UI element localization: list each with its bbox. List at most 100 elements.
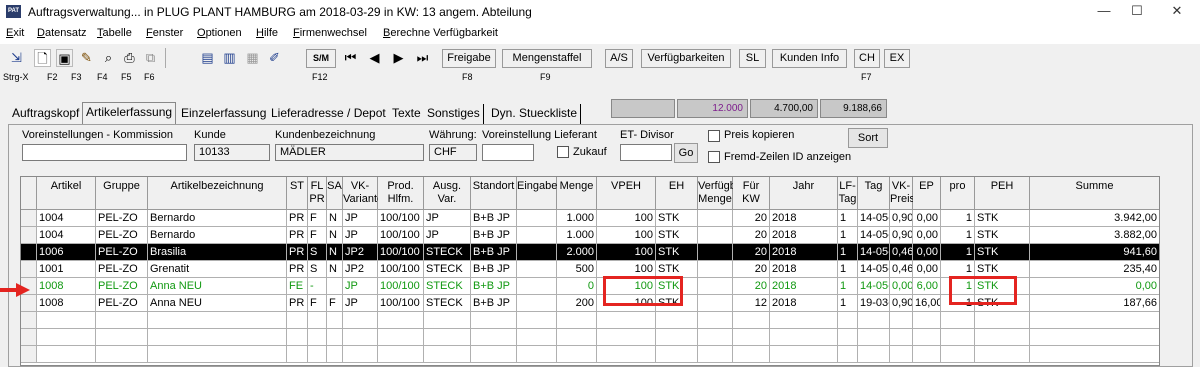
table-cell-jahr[interactable]: 2018 bbox=[770, 278, 838, 295]
table-cell-empty[interactable] bbox=[148, 312, 287, 329]
table-cell-empty[interactable] bbox=[517, 346, 557, 363]
table-cell-fuer-kw[interactable]: 20 bbox=[733, 227, 770, 244]
column-header-fl-pr[interactable]: FL PR bbox=[308, 177, 327, 210]
ch-button[interactable]: CH bbox=[854, 49, 880, 68]
voreinstellungen-input[interactable] bbox=[22, 144, 187, 161]
go-button[interactable]: Go bbox=[674, 143, 698, 163]
column-header-jahr[interactable]: Jahr bbox=[770, 177, 838, 210]
table-cell-ausg-var[interactable]: STECK bbox=[424, 278, 471, 295]
table-cell-empty[interactable] bbox=[424, 346, 471, 363]
table-cell-empty[interactable] bbox=[1030, 346, 1159, 363]
kundenbezeichnung-input[interactable]: MÄDLER bbox=[275, 144, 424, 161]
table-cell-empty[interactable] bbox=[148, 346, 287, 363]
column-header-ep[interactable]: EP bbox=[913, 177, 941, 210]
table-cell-empty[interactable] bbox=[913, 329, 941, 346]
table-cell-artikel[interactable]: 1008 bbox=[37, 295, 96, 312]
tab-sonstiges[interactable]: Sonstiges bbox=[424, 104, 484, 124]
exit-icon[interactable]: ⇲ bbox=[8, 49, 25, 67]
table-cell-ausg-var[interactable]: STECK bbox=[424, 244, 471, 261]
table-cell-sa[interactable] bbox=[327, 278, 343, 295]
table-cell-empty[interactable] bbox=[343, 346, 378, 363]
table-cell-verfuegbare-menge[interactable] bbox=[698, 278, 733, 295]
table-cell-lf-tag[interactable]: 1 bbox=[838, 227, 858, 244]
table-cell-eingabe[interactable] bbox=[517, 295, 557, 312]
print-icon[interactable]: ⎙ bbox=[121, 49, 138, 67]
table-cell-empty[interactable] bbox=[975, 346, 1030, 363]
table-cell-verfuegbare-menge[interactable] bbox=[698, 227, 733, 244]
table-cell-vk-preis[interactable]: 0,90 bbox=[890, 227, 913, 244]
table-cell-vpeh[interactable]: 100 bbox=[597, 210, 656, 227]
table-cell-summe[interactable]: 187,66 bbox=[1030, 295, 1159, 312]
as-button[interactable]: A/S bbox=[605, 49, 633, 68]
table-cell-empty[interactable] bbox=[96, 346, 148, 363]
column-header-st[interactable]: ST bbox=[287, 177, 308, 210]
table-cell-eh[interactable]: STK bbox=[656, 227, 698, 244]
table-cell-vpeh[interactable]: 100 bbox=[597, 244, 656, 261]
table-cell-artikelbezeichnung[interactable]: Bernardo bbox=[148, 227, 287, 244]
table-cell-empty[interactable] bbox=[517, 312, 557, 329]
table-cell-empty[interactable] bbox=[733, 312, 770, 329]
table-cell-fl-pr[interactable]: - bbox=[308, 278, 327, 295]
table-cell-summe[interactable]: 3.882,00 bbox=[1030, 227, 1159, 244]
row-indicator[interactable] bbox=[21, 295, 37, 312]
menu-berechne-verfuegbarkeit[interactable]: Berechne Verfügbarkeit bbox=[383, 27, 498, 39]
table-cell-empty[interactable] bbox=[37, 329, 96, 346]
table-cell-fuer-kw[interactable]: 20 bbox=[733, 261, 770, 278]
column-header-lf-tag[interactable]: LF- Tag bbox=[838, 177, 858, 210]
table-cell-artikel[interactable]: 1008 bbox=[37, 278, 96, 295]
table-cell-ep[interactable]: 16,00 bbox=[913, 295, 941, 312]
table-cell-empty[interactable] bbox=[557, 312, 597, 329]
table-cell-eingabe[interactable] bbox=[517, 278, 557, 295]
table-cell-empty[interactable] bbox=[287, 346, 308, 363]
table-cell-ep[interactable]: 0,00 bbox=[913, 210, 941, 227]
table-cell-artikelbezeichnung[interactable]: Brasilia bbox=[148, 244, 287, 261]
table-cell-lf-tag[interactable]: 1 bbox=[838, 210, 858, 227]
table-cell-gruppe[interactable]: PEL-ZO bbox=[96, 227, 148, 244]
table-cell-lf-tag[interactable]: 1 bbox=[838, 295, 858, 312]
last-record-icon[interactable]: ⏭ bbox=[414, 49, 431, 67]
table-cell-tag[interactable]: 14-05-2018 bbox=[858, 261, 890, 278]
next-record-icon[interactable]: ▶ bbox=[390, 49, 407, 67]
table-cell-vk-variante[interactable]: JP bbox=[343, 227, 378, 244]
table-cell-jahr[interactable]: 2018 bbox=[770, 244, 838, 261]
table-cell-empty[interactable] bbox=[770, 312, 838, 329]
table-cell-empty[interactable] bbox=[557, 346, 597, 363]
tab-lieferadresse[interactable]: Lieferadresse / Depot bbox=[268, 104, 390, 124]
table-cell-empty[interactable] bbox=[343, 312, 378, 329]
table-cell-empty[interactable] bbox=[838, 346, 858, 363]
column-header-eh[interactable]: EH bbox=[656, 177, 698, 210]
table-cell-pro[interactable]: 1 bbox=[941, 210, 975, 227]
preis-kopieren-checkbox[interactable] bbox=[708, 130, 720, 142]
table-cell-menge[interactable]: 1.000 bbox=[557, 210, 597, 227]
table-cell-st[interactable]: PR bbox=[287, 261, 308, 278]
table-cell-fuer-kw[interactable]: 20 bbox=[733, 278, 770, 295]
table-cell-verfuegbare-menge[interactable] bbox=[698, 261, 733, 278]
table-cell-empty[interactable] bbox=[471, 312, 517, 329]
waehrung-input[interactable]: CHF bbox=[429, 144, 477, 161]
column-header-prod-hlfm[interactable]: Prod. Hlfm. bbox=[378, 177, 424, 210]
table-cell-empty[interactable] bbox=[890, 329, 913, 346]
row-indicator[interactable] bbox=[21, 210, 37, 227]
search-icon[interactable]: ⌕ bbox=[100, 49, 117, 67]
menu-firmenwechsel[interactable]: Firmenwechsel bbox=[293, 27, 367, 39]
table-cell-vk-preis[interactable]: 0,46 bbox=[890, 244, 913, 261]
table-cell-empty[interactable] bbox=[148, 329, 287, 346]
table-cell-summe[interactable]: 941,60 bbox=[1030, 244, 1159, 261]
table-cell-empty[interactable] bbox=[858, 312, 890, 329]
table-cell-empty[interactable] bbox=[378, 312, 424, 329]
table-cell-empty[interactable] bbox=[913, 312, 941, 329]
table-cell-prod-hlfm[interactable]: 100/100 bbox=[378, 244, 424, 261]
table-cell-artikel[interactable]: 1001 bbox=[37, 261, 96, 278]
column-header-gruppe[interactable]: Gruppe bbox=[96, 177, 148, 210]
table-cell-jahr[interactable]: 2018 bbox=[770, 210, 838, 227]
table-cell-empty[interactable] bbox=[327, 329, 343, 346]
table-cell-tag[interactable]: 14-05-2018 bbox=[858, 244, 890, 261]
first-record-icon[interactable]: ⏮ bbox=[342, 49, 359, 67]
add-row-icon[interactable]: ▤ bbox=[199, 49, 216, 67]
delete-row-icon[interactable]: ▦ bbox=[244, 49, 261, 67]
edit-row-icon[interactable]: ✐ bbox=[266, 49, 283, 67]
table-cell-menge[interactable]: 2.000 bbox=[557, 244, 597, 261]
table-cell-gruppe[interactable]: PEL-ZO bbox=[96, 295, 148, 312]
et-divisor-input[interactable] bbox=[620, 144, 672, 161]
table-cell-jahr[interactable]: 2018 bbox=[770, 261, 838, 278]
